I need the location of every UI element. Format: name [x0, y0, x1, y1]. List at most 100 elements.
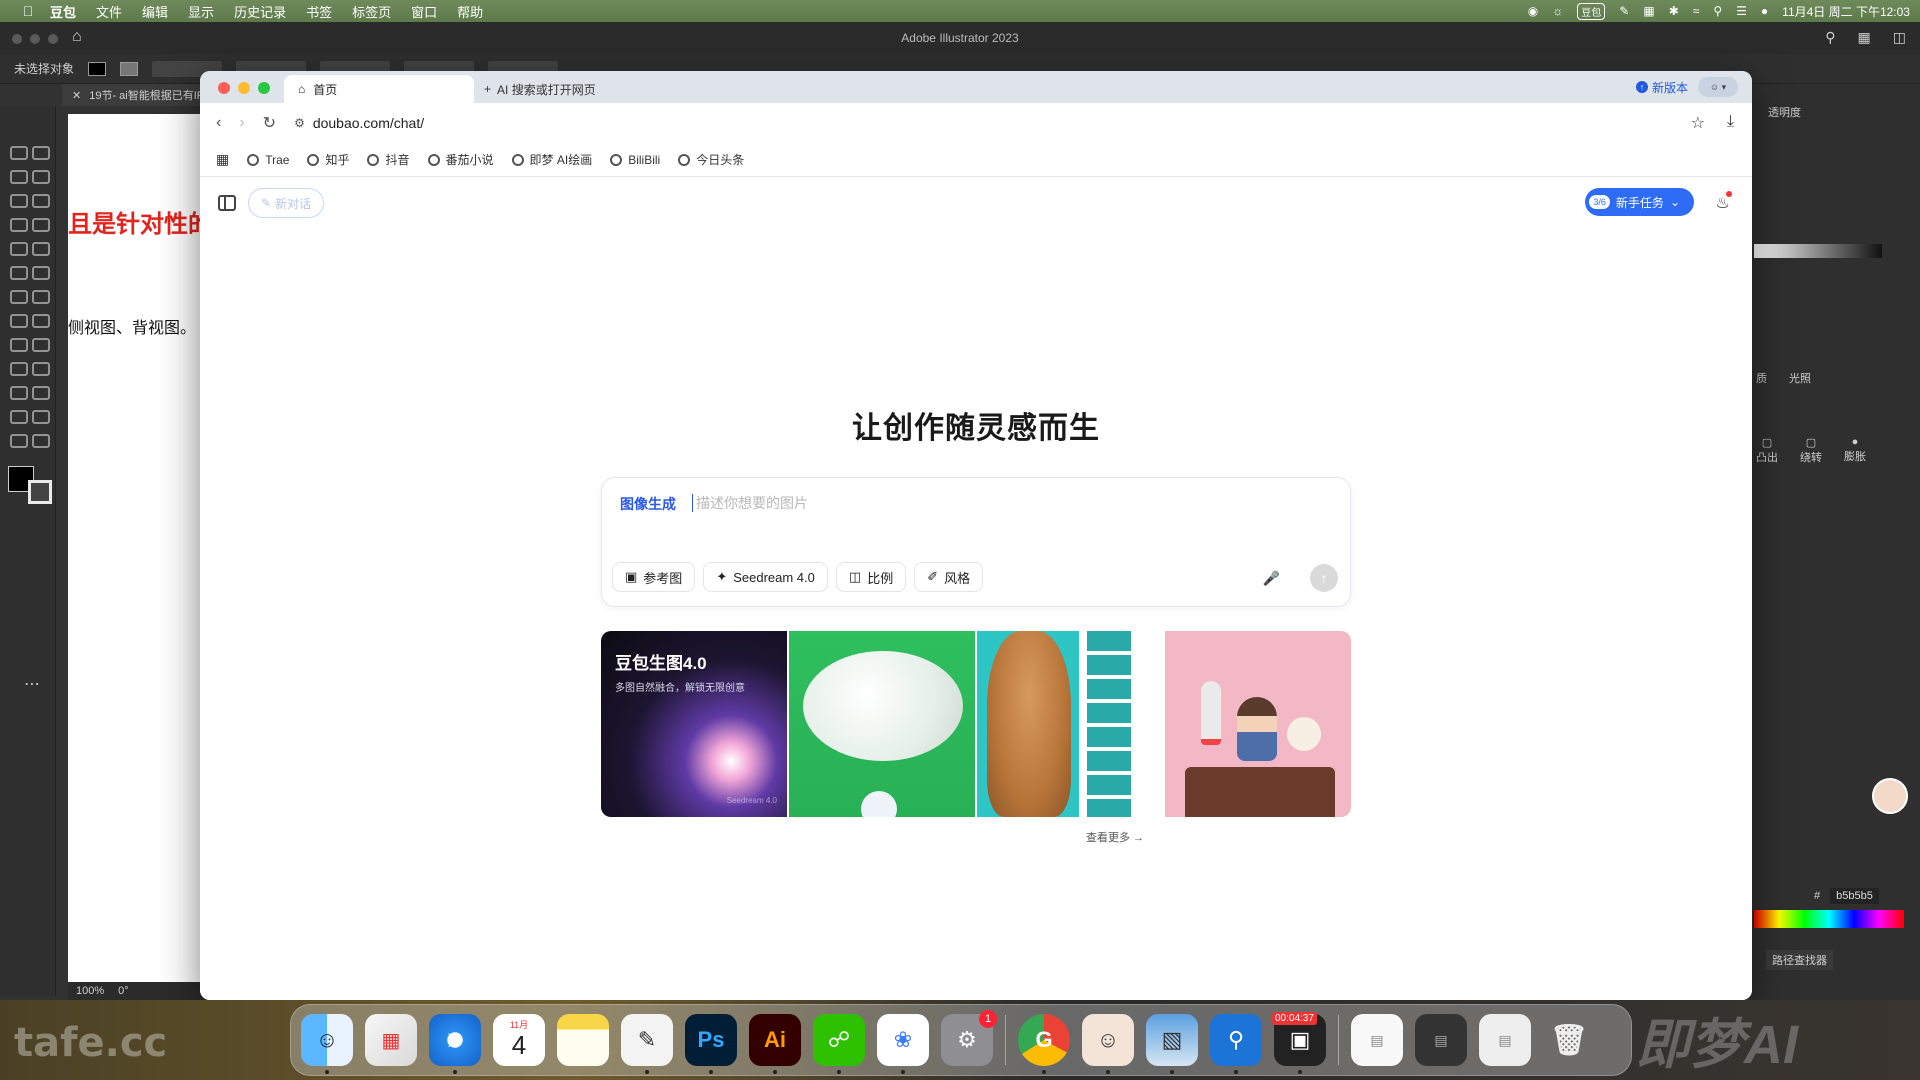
- artboard[interactable]: 且是针对性的 侧视图、背视图。: [68, 114, 212, 984]
- new-tab-button[interactable]: + AI 搜索或打开网页: [484, 75, 596, 103]
- slice-tool-icon[interactable]: [32, 434, 50, 448]
- transparency-panel-title[interactable]: 透明度: [1768, 104, 1801, 120]
- menu-view[interactable]: 显示: [178, 2, 224, 21]
- close-window-button[interactable]: [218, 82, 230, 94]
- send-button[interactable]: ↑: [1310, 564, 1338, 592]
- new-version-button[interactable]: ↑ 新版本: [1635, 79, 1688, 96]
- tab-home[interactable]: ⌂ 首页: [284, 75, 474, 103]
- apps-grid-icon[interactable]: ▦: [216, 151, 229, 168]
- lasso-tool-icon[interactable]: [32, 170, 50, 184]
- pen-icon[interactable]: ✎: [1619, 4, 1629, 18]
- screen-recorder-icon[interactable]: 00:04:37 ▣: [1272, 1012, 1326, 1074]
- menu-window[interactable]: 窗口: [401, 2, 447, 21]
- fill-swatch[interactable]: [88, 61, 107, 76]
- apple-icon[interactable]: : [16, 3, 40, 19]
- script-editor-icon[interactable]: ✎: [621, 1014, 673, 1074]
- launchpad-icon[interactable]: ▦: [365, 1014, 417, 1066]
- menu-history[interactable]: 历史记录: [224, 2, 296, 21]
- bookmark-douyin[interactable]: 抖音: [367, 151, 410, 168]
- type-tool-icon[interactable]: [10, 218, 28, 232]
- sidebar-toggle-icon[interactable]: [218, 195, 236, 211]
- workspace-icon[interactable]: ▦: [1858, 29, 1871, 46]
- eraser-tool-icon[interactable]: [32, 266, 50, 280]
- pathfinder-panel-tab[interactable]: 路径查找器: [1766, 950, 1833, 970]
- bluetooth-icon[interactable]: ✱: [1669, 4, 1679, 18]
- finder-icon[interactable]: ☺: [301, 1014, 353, 1074]
- bookmark-star-icon[interactable]: ☆: [1691, 113, 1705, 133]
- aspect-ratio-button[interactable]: ◫ 比例: [835, 562, 907, 592]
- paintbrush-tool-icon[interactable]: [32, 242, 50, 256]
- gradient-tool-icon[interactable]: [32, 362, 50, 376]
- wechat-icon[interactable]: ☍: [813, 1014, 865, 1074]
- bookmark-jimeng[interactable]: 即梦 AI绘画: [511, 151, 592, 168]
- artboard-tool-icon[interactable]: [10, 434, 28, 448]
- shape-builder-tool-icon[interactable]: [10, 338, 28, 352]
- zoom-level[interactable]: 100%: [76, 985, 104, 997]
- bookmark-toutiao[interactable]: 今日头条: [678, 151, 744, 168]
- safari-icon[interactable]: ➤: [429, 1014, 481, 1074]
- stroke-swatch[interactable]: [120, 61, 139, 76]
- input-method-icon[interactable]: ▦: [1643, 4, 1654, 18]
- model-select-button[interactable]: ✦ Seedream 4.0: [703, 562, 828, 592]
- bookmark-bilibili[interactable]: BiliBili: [610, 153, 660, 167]
- blend-tool-icon[interactable]: [32, 386, 50, 400]
- pen-tool-icon[interactable]: [10, 194, 28, 208]
- menu-tabs[interactable]: 标签页: [342, 2, 401, 21]
- profile-button[interactable]: ☺ ▾: [1698, 77, 1738, 97]
- wechat-icon[interactable]: ☼: [1552, 4, 1563, 18]
- document-tab[interactable]: ✕ 19节- ai智能根据已有IP: [62, 84, 202, 106]
- preview-icon[interactable]: ▧: [1146, 1014, 1198, 1074]
- mesh-tool-icon[interactable]: [10, 362, 28, 376]
- newbie-task-button[interactable]: 3/6 新手任务 ⌄: [1585, 188, 1694, 216]
- avatar-app-icon[interactable]: ☺: [1082, 1014, 1134, 1074]
- reload-icon[interactable]: ↻: [263, 113, 276, 133]
- direct-selection-tool-icon[interactable]: [32, 146, 50, 160]
- quicktime-icon[interactable]: ⚲: [1210, 1014, 1262, 1074]
- search-icon[interactable]: ⚲: [1713, 4, 1722, 18]
- magic-wand-tool-icon[interactable]: [10, 170, 28, 184]
- downloads-stack[interactable]: ▤: [1415, 1014, 1467, 1066]
- bookmark-fanqie[interactable]: 番茄小说: [427, 151, 494, 168]
- hex-color-field[interactable]: b5b5b5: [1830, 888, 1879, 904]
- gallery-card-cake[interactable]: [1165, 631, 1351, 817]
- microphone-icon[interactable]: 🎤: [1263, 570, 1280, 587]
- inflate-button[interactable]: ● 膨胀: [1844, 436, 1866, 465]
- calendar-icon[interactable]: 11月 4: [493, 1014, 545, 1066]
- bookmark-trae[interactable]: Trae: [247, 153, 289, 167]
- extrude-button[interactable]: ▢ 凸出: [1756, 436, 1778, 465]
- see-more-link[interactable]: 查看更多 →: [1086, 829, 1144, 845]
- width-tool-icon[interactable]: [10, 314, 28, 328]
- camera-icon[interactable]: ◉: [1528, 4, 1538, 18]
- siri-icon[interactable]: ●: [1761, 4, 1768, 18]
- illustrator-icon[interactable]: Ai: [749, 1014, 801, 1074]
- gradient-slider[interactable]: [1754, 244, 1882, 258]
- photoshop-icon[interactable]: Ps: [685, 1014, 737, 1074]
- shaper-tool-icon[interactable]: [10, 266, 28, 280]
- url-field[interactable]: ⚙ doubao.com/chat/: [294, 115, 424, 131]
- minimize-window-button[interactable]: [238, 82, 250, 94]
- color-spectrum[interactable]: [1754, 910, 1904, 928]
- perspective-grid-tool-icon[interactable]: [32, 338, 50, 352]
- rotation-value[interactable]: 0°: [118, 985, 129, 997]
- illustrator-window-controls[interactable]: [12, 34, 58, 44]
- reference-image-button[interactable]: ▣ 参考图: [612, 562, 696, 592]
- panels-icon[interactable]: ◫: [1893, 29, 1906, 46]
- bookmark-zhihu[interactable]: 知乎: [307, 151, 349, 168]
- document-thumbnail[interactable]: ▤: [1351, 1014, 1403, 1066]
- wifi-icon[interactable]: ≈: [1693, 4, 1700, 18]
- new-chat-button[interactable]: ✎ 新对话: [248, 188, 325, 218]
- close-icon[interactable]: ✕: [72, 89, 81, 102]
- gallery-card-featured[interactable]: 豆包生图4.0 多图自然融合，解锁无限创意 Seedream 4.0: [601, 631, 787, 817]
- chrome-icon[interactable]: G: [1018, 1014, 1070, 1074]
- screenshot-stack[interactable]: ▤: [1479, 1014, 1531, 1066]
- gallery-card-dog[interactable]: [977, 631, 1163, 817]
- selection-tool-icon[interactable]: [10, 146, 28, 160]
- clock[interactable]: 11月4日 周二 下午12:03: [1782, 3, 1910, 20]
- back-icon[interactable]: ‹: [216, 114, 221, 132]
- menu-edit[interactable]: 编辑: [132, 2, 178, 21]
- rectangle-tool-icon[interactable]: [10, 242, 28, 256]
- style-button[interactable]: ✐ 风格: [914, 562, 984, 592]
- eyedropper-tool-icon[interactable]: [10, 386, 28, 400]
- curvature-tool-icon[interactable]: [32, 194, 50, 208]
- more-tools-icon[interactable]: ⋯: [24, 674, 40, 694]
